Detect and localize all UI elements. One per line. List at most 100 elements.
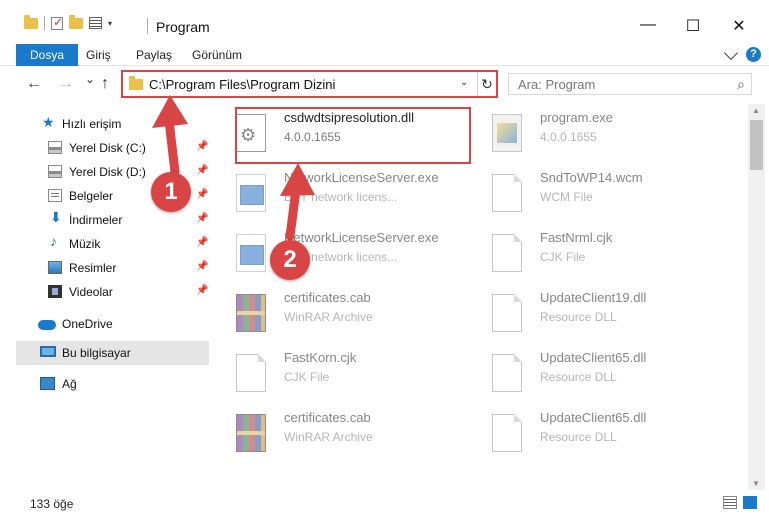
file-item-certificates-cab[interactable]: certificates.cab WinRAR Archive bbox=[220, 404, 466, 460]
sidebar-item-pictures[interactable]: Resimler 📌 bbox=[0, 256, 210, 280]
properties-icon[interactable] bbox=[89, 17, 102, 29]
file-item-networklicenseserver-exe[interactable]: NetworkLicenseServer.exe BBY network lic… bbox=[220, 164, 466, 220]
pin-icon[interactable]: 📌 bbox=[196, 189, 208, 200]
file-name: NetworkLicenseServer.exe bbox=[284, 170, 439, 185]
sidebar-item-label: Ağ bbox=[62, 377, 77, 391]
forward-arrow-icon[interactable]: → bbox=[58, 75, 74, 93]
winrar-icon bbox=[236, 294, 266, 332]
sidebar-item-label: Belgeler bbox=[69, 189, 114, 203]
disk-icon bbox=[48, 141, 62, 154]
recent-locations-chevron-icon[interactable]: ⌄ bbox=[85, 72, 95, 86]
tab-giris[interactable]: Giriş bbox=[80, 44, 117, 66]
scroll-down-icon[interactable]: ▼ bbox=[752, 479, 760, 488]
back-arrow-icon[interactable]: ← bbox=[26, 75, 42, 93]
toolbar-divider bbox=[44, 16, 45, 30]
window-title: Program bbox=[156, 19, 210, 35]
pin-icon[interactable]: 📌 bbox=[196, 141, 208, 152]
callout-2: 2 bbox=[270, 240, 310, 280]
tab-gorunum[interactable]: Görünüm bbox=[186, 44, 248, 66]
file-item-sndtowp14-wcm[interactable]: SndToWP14.wcm WCM File bbox=[476, 164, 722, 220]
close-button[interactable]: ✕ bbox=[719, 16, 759, 36]
tab-dosya[interactable]: Dosya bbox=[16, 44, 79, 66]
file-icon bbox=[492, 234, 522, 272]
file-item-certificates-cab[interactable]: certificates.cab WinRAR Archive bbox=[220, 284, 466, 340]
folder-icon[interactable] bbox=[24, 14, 38, 29]
download-icon: ⬇ bbox=[50, 209, 62, 225]
tab-paylas[interactable]: Paylaş bbox=[130, 44, 178, 66]
highlight-box bbox=[235, 107, 471, 164]
computer-icon bbox=[40, 346, 56, 357]
maximize-button[interactable]: ☐ bbox=[673, 16, 713, 36]
sidebar-item-downloads[interactable]: ⬇ İndirmeler 📌 bbox=[0, 208, 210, 232]
documents-icon bbox=[48, 189, 62, 202]
ribbon-tabs: Dosya Giriş Paylaş Görünüm ? bbox=[0, 44, 769, 66]
address-dropdown-chevron-icon[interactable]: ⌄ bbox=[460, 77, 468, 88]
file-item-fastkorn-cjk[interactable]: FastKorn.cjk CJK File bbox=[220, 344, 466, 400]
pin-icon[interactable]: 📌 bbox=[196, 165, 208, 176]
pin-icon[interactable]: 📌 bbox=[196, 261, 208, 272]
minimize-button[interactable]: — bbox=[628, 16, 668, 34]
item-count: 133 öğe bbox=[30, 497, 74, 511]
properties-check-icon[interactable] bbox=[51, 15, 63, 30]
title-bar: ▾ Program — ☐ ✕ bbox=[0, 0, 769, 44]
file-name: NetworkLicenseServer.exe bbox=[284, 230, 439, 245]
file-name: UpdateClient65.dll bbox=[540, 350, 647, 365]
new-folder-icon[interactable] bbox=[69, 14, 83, 29]
file-type: CJK File bbox=[540, 250, 586, 264]
file-item-networklicenseserver-exe[interactable]: NetworkLicenseServer.exe BBY network lic… bbox=[220, 224, 466, 280]
vertical-scrollbar[interactable]: ▲ ▼ bbox=[748, 104, 765, 490]
refresh-icon[interactable]: ↻ bbox=[477, 72, 496, 96]
sidebar-item-videos[interactable]: Videolar 📌 bbox=[0, 280, 210, 304]
file-name: FastNrml.cjk bbox=[540, 230, 613, 245]
file-type: WinRAR Archive bbox=[284, 430, 373, 444]
sidebar-item-quick-access[interactable]: ★ Hızlı erişim bbox=[0, 112, 210, 136]
sidebar-item-label: Hızlı erişim bbox=[62, 117, 122, 131]
file-name: program.exe bbox=[540, 110, 613, 125]
winrar-icon bbox=[236, 414, 266, 452]
callout-1: 1 bbox=[151, 172, 191, 212]
file-item-updateclient65-dll[interactable]: UpdateClient65.dll Resource DLL bbox=[476, 404, 722, 460]
pin-icon[interactable]: 📌 bbox=[196, 237, 208, 248]
pin-icon[interactable]: 📌 bbox=[196, 285, 208, 296]
search-box[interactable]: Ara: Program ⌕ bbox=[508, 73, 752, 95]
exe-icon bbox=[236, 174, 266, 212]
sidebar-item-network[interactable]: Ağ bbox=[0, 372, 210, 396]
address-path[interactable]: C:\Program Files\Program Dizini bbox=[149, 77, 335, 92]
file-name: UpdateClient19.dll bbox=[540, 290, 647, 305]
file-type: WinRAR Archive bbox=[284, 310, 373, 324]
search-icon[interactable]: ⌕ bbox=[737, 76, 745, 93]
sidebar-item-this-pc[interactable]: Bu bilgisayar bbox=[16, 341, 209, 365]
sidebar-item-music[interactable]: ♪ Müzik 📌 bbox=[0, 232, 210, 256]
details-view-icon[interactable] bbox=[723, 496, 737, 509]
file-item-program-exe[interactable]: program.exe 4.0.0.1655 bbox=[476, 104, 722, 160]
pin-icon[interactable]: 📌 bbox=[196, 213, 208, 224]
scroll-thumb[interactable] bbox=[750, 120, 763, 170]
sidebar-item-label: Videolar bbox=[69, 285, 113, 299]
ribbon-controls: ? bbox=[723, 45, 761, 62]
file-item-updateclient19-dll[interactable]: UpdateClient19.dll Resource DLL bbox=[476, 284, 722, 340]
file-name: certificates.cab bbox=[284, 290, 371, 305]
sidebar-item-disk-c[interactable]: Yerel Disk (C:) 📌 bbox=[0, 136, 210, 160]
file-icon bbox=[492, 354, 522, 392]
navigation-pane: ★ Hızlı erişim Yerel Disk (C:) 📌 Yerel D… bbox=[0, 108, 214, 488]
file-type: WCM File bbox=[540, 190, 593, 204]
file-item-fastnrml-cjk[interactable]: FastNrml.cjk CJK File bbox=[476, 224, 722, 280]
up-arrow-icon[interactable]: ↑ bbox=[101, 75, 109, 93]
file-type: BBY network licens... bbox=[284, 190, 398, 204]
address-folder-icon bbox=[129, 76, 143, 90]
large-icons-view-icon[interactable] bbox=[743, 496, 757, 509]
scroll-up-icon[interactable]: ▲ bbox=[752, 106, 760, 115]
expand-ribbon-chevron-icon[interactable] bbox=[723, 45, 739, 60]
search-input[interactable]: Ara: Program bbox=[518, 77, 595, 92]
file-type: Resource DLL bbox=[540, 430, 617, 444]
title-divider bbox=[147, 18, 148, 34]
file-name: certificates.cab bbox=[284, 410, 371, 425]
sidebar-item-onedrive[interactable]: OneDrive bbox=[0, 312, 210, 336]
file-icon bbox=[236, 354, 266, 392]
pictures-icon bbox=[48, 261, 62, 274]
file-item-updateclient65-dll[interactable]: UpdateClient65.dll Resource DLL bbox=[476, 344, 722, 400]
customize-toolbar-chevron-icon[interactable]: ▾ bbox=[108, 19, 112, 28]
help-icon[interactable]: ? bbox=[746, 47, 761, 62]
address-bar[interactable]: C:\Program Files\Program Dizini ⌄ ↻ bbox=[121, 70, 498, 98]
sidebar-item-label: Müzik bbox=[69, 237, 101, 251]
